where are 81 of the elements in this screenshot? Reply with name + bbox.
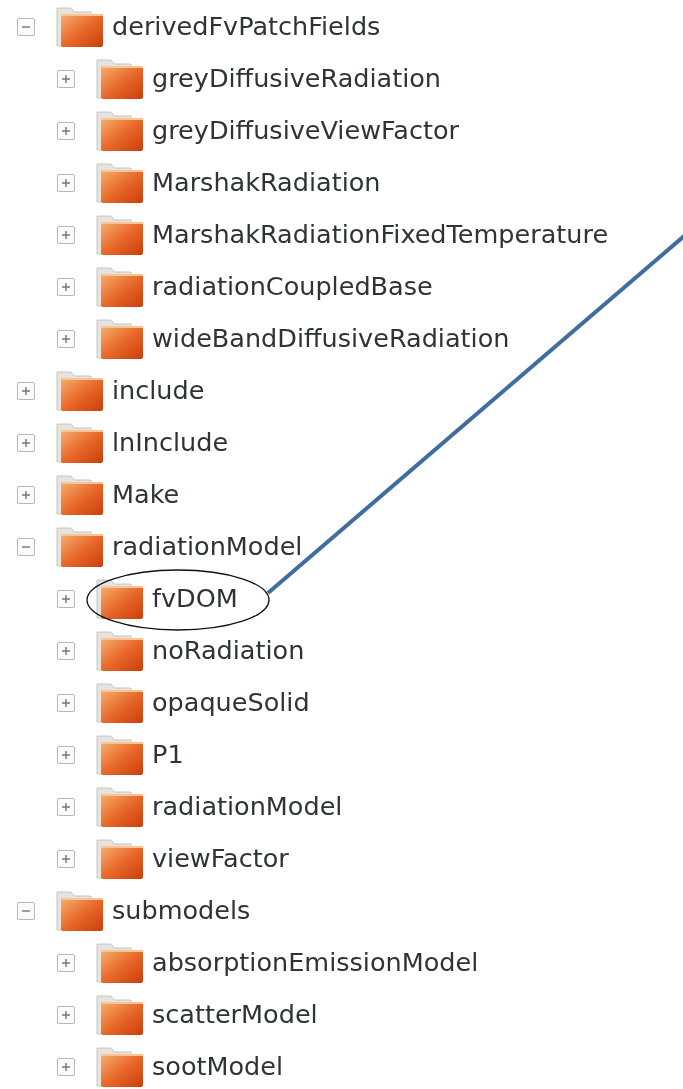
folder-icon bbox=[55, 525, 105, 569]
plus-icon bbox=[60, 125, 72, 137]
expand-button[interactable] bbox=[57, 122, 75, 140]
expand-button[interactable] bbox=[17, 382, 35, 400]
folder-name[interactable]: greyDiffusiveRadiation bbox=[152, 66, 442, 92]
folder-name[interactable]: submodels bbox=[112, 898, 251, 924]
folder-icon bbox=[95, 733, 145, 777]
folder-name[interactable]: Make bbox=[112, 482, 180, 508]
folder-name[interactable]: opaqueSolid bbox=[152, 690, 310, 716]
folder-name[interactable]: fvDOM bbox=[152, 586, 238, 612]
plus-icon bbox=[60, 333, 72, 345]
folder-name[interactable]: sootModel bbox=[152, 1054, 284, 1080]
expand-button[interactable] bbox=[57, 954, 75, 972]
plus-icon bbox=[20, 489, 32, 501]
plus-icon bbox=[60, 697, 72, 709]
folder-name[interactable]: include bbox=[112, 378, 205, 404]
folder-name[interactable]: absorptionEmissionModel bbox=[152, 950, 479, 976]
folder-name[interactable]: greyDiffusiveViewFactor bbox=[152, 118, 460, 144]
expand-button[interactable] bbox=[57, 590, 75, 608]
expand-button[interactable] bbox=[17, 486, 35, 504]
folder-name[interactable]: derivedFvPatchFields bbox=[112, 14, 381, 40]
expand-button[interactable] bbox=[57, 850, 75, 868]
expand-button[interactable] bbox=[57, 330, 75, 348]
plus-icon bbox=[60, 853, 72, 865]
collapse-button[interactable] bbox=[17, 902, 35, 920]
folder-icon bbox=[55, 369, 105, 413]
expand-button[interactable] bbox=[57, 746, 75, 764]
folder-icon bbox=[95, 941, 145, 985]
folder-name[interactable]: scatterModel bbox=[152, 1002, 318, 1028]
plus-icon bbox=[60, 1009, 72, 1021]
plus-icon bbox=[60, 1061, 72, 1073]
folder-icon bbox=[55, 5, 105, 49]
folder-icon bbox=[95, 837, 145, 881]
plus-icon bbox=[60, 957, 72, 969]
folder-icon bbox=[55, 473, 105, 517]
expand-button[interactable] bbox=[17, 434, 35, 452]
folder-name[interactable]: lnInclude bbox=[112, 430, 229, 456]
folder-icon bbox=[95, 577, 145, 621]
plus-icon bbox=[20, 385, 32, 397]
folder-name[interactable]: noRadiation bbox=[152, 638, 305, 664]
expand-button[interactable] bbox=[57, 642, 75, 660]
folder-icon bbox=[55, 421, 105, 465]
folder-icon bbox=[95, 161, 145, 205]
folder-icon bbox=[95, 57, 145, 101]
folder-name[interactable]: MarshakRadiation bbox=[152, 170, 381, 196]
plus-icon bbox=[60, 645, 72, 657]
expand-button[interactable] bbox=[57, 694, 75, 712]
folder-icon bbox=[95, 213, 145, 257]
expand-button[interactable] bbox=[57, 174, 75, 192]
folder-name[interactable]: radiationModel bbox=[112, 534, 303, 560]
plus-icon bbox=[60, 177, 72, 189]
folder-name[interactable]: MarshakRadiationFixedTemperature bbox=[152, 222, 609, 248]
collapse-button[interactable] bbox=[17, 18, 35, 36]
plus-icon bbox=[20, 437, 32, 449]
folder-icon bbox=[95, 681, 145, 725]
expand-button[interactable] bbox=[57, 226, 75, 244]
folder-name[interactable]: radiationCoupledBase bbox=[152, 274, 433, 300]
expand-button[interactable] bbox=[57, 278, 75, 296]
expand-button[interactable] bbox=[57, 70, 75, 88]
expand-button[interactable] bbox=[57, 1006, 75, 1024]
folder-icon bbox=[95, 1045, 145, 1089]
plus-icon bbox=[60, 73, 72, 85]
collapse-button[interactable] bbox=[17, 538, 35, 556]
folder-name[interactable]: radiationModel bbox=[152, 794, 343, 820]
plus-icon bbox=[60, 229, 72, 241]
folder-icon bbox=[95, 265, 145, 309]
folder-icon bbox=[95, 317, 145, 361]
plus-icon bbox=[60, 281, 72, 293]
plus-icon bbox=[60, 593, 72, 605]
folder-icon bbox=[95, 785, 145, 829]
folder-icon bbox=[95, 629, 145, 673]
folder-icon bbox=[95, 993, 145, 1037]
expand-button[interactable] bbox=[57, 1058, 75, 1076]
folder-icon bbox=[55, 889, 105, 933]
expand-button[interactable] bbox=[57, 798, 75, 816]
folder-name[interactable]: P1 bbox=[152, 742, 184, 768]
folder-name[interactable]: wideBandDiffusiveRadiation bbox=[152, 326, 510, 352]
plus-icon bbox=[60, 749, 72, 761]
plus-icon bbox=[60, 801, 72, 813]
folder-name[interactable]: viewFactor bbox=[152, 846, 289, 872]
folder-icon bbox=[95, 109, 145, 153]
